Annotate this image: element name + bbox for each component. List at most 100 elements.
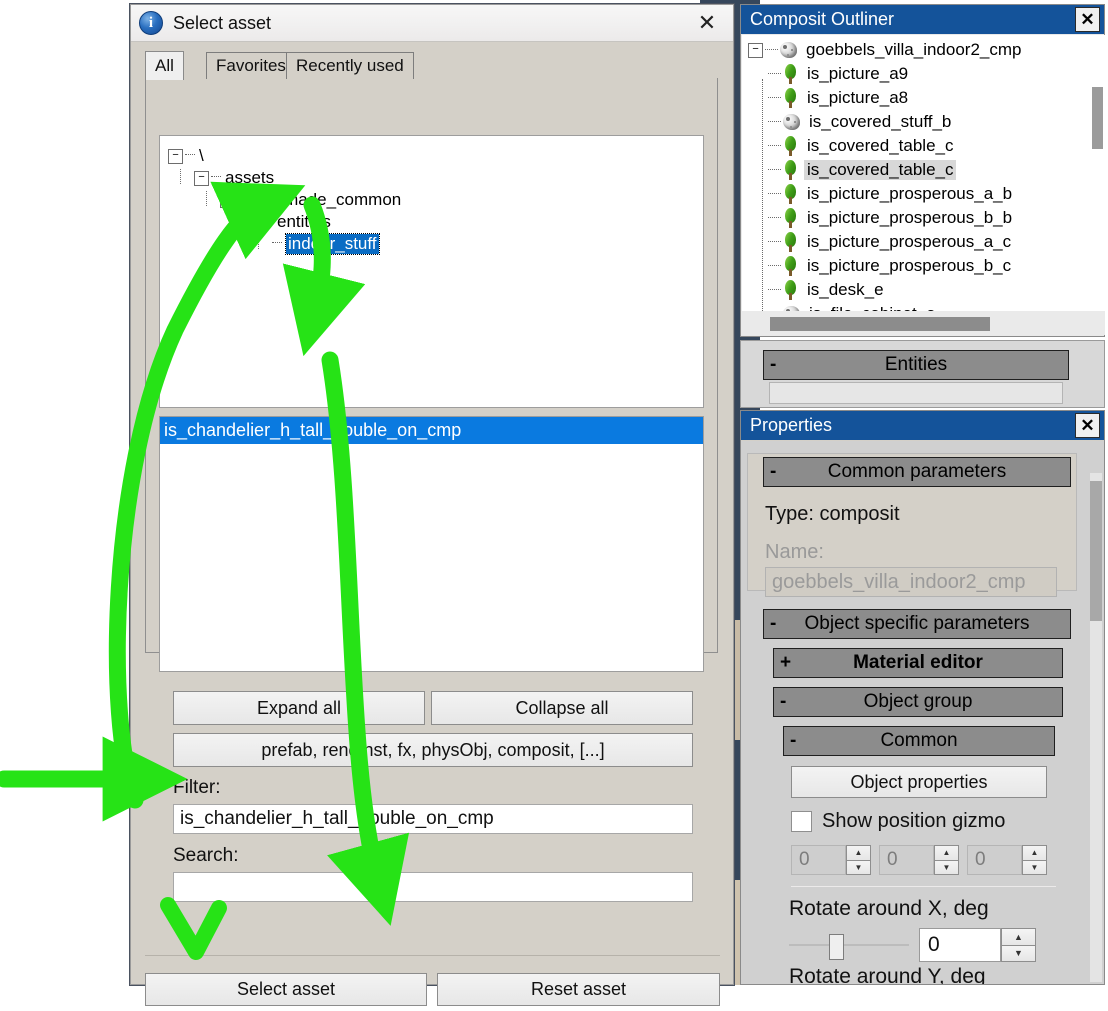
outliner-row-root[interactable]: − goebbels_villa_indoor2_cmp	[748, 38, 1024, 62]
outliner-tree[interactable]: − goebbels_villa_indoor2_cmp is_picture_…	[742, 35, 1105, 312]
position-y-stepper[interactable]: ▲ ▼	[934, 845, 959, 875]
stepper-up-icon[interactable]: ▲	[934, 845, 959, 860]
tree-node-indoor-stuff[interactable]: indoor_stuff	[272, 232, 380, 256]
tab-favorites[interactable]: Favorites	[206, 52, 296, 79]
collapse-sign[interactable]: -	[780, 688, 786, 716]
stepper-down-icon[interactable]: ▼	[1001, 944, 1036, 962]
scrollbar-thumb[interactable]	[770, 317, 990, 331]
rotate-x-slider[interactable]	[789, 930, 909, 960]
outliner-row-label: is_desk_e	[807, 280, 884, 299]
outliner-row[interactable]: is_covered_table_c	[768, 134, 956, 158]
position-z-stepper[interactable]: ▲ ▼	[1022, 845, 1047, 875]
outliner-row[interactable]: is_picture_prosperous_b_b	[768, 206, 1015, 230]
outliner-row-label: goebbels_villa_indoor2_cmp	[806, 40, 1022, 59]
common-header[interactable]: - Common	[783, 726, 1055, 756]
outliner-row[interactable]: is_picture_a8	[768, 86, 911, 110]
properties-scrollbar-thumb[interactable]	[1090, 481, 1102, 621]
object-properties-button[interactable]: Object properties	[791, 766, 1047, 798]
tree-guide	[762, 79, 764, 312]
properties-titlebar[interactable]: Properties ✕	[741, 411, 1104, 440]
outliner-row[interactable]: is_covered_stuff_b	[768, 110, 954, 134]
position-row: 0 ▲ ▼ 0 ▲ ▼ 0 ▲ ▼	[791, 845, 1056, 875]
entities-group-header[interactable]: - Entities	[763, 350, 1069, 380]
tree-expander-icon[interactable]: −	[168, 148, 183, 164]
collapse-sign[interactable]: -	[770, 610, 776, 638]
dialog-titlebar[interactable]: i Select asset ✕	[131, 5, 733, 42]
stepper-up-icon[interactable]: ▲	[846, 845, 871, 860]
collapse-all-button[interactable]: Collapse all	[431, 691, 693, 725]
stepper-up-icon[interactable]: ▲	[1022, 845, 1047, 860]
reset-asset-button[interactable]: Reset asset	[437, 973, 720, 1006]
tree-hook	[263, 219, 273, 221]
tree-node-root[interactable]: − \	[168, 144, 204, 168]
tab-recently-used[interactable]: Recently used	[286, 52, 414, 79]
tree-hook	[768, 120, 781, 122]
tree-guide	[180, 169, 181, 184]
tree-guide	[258, 235, 259, 249]
dialog-body: All Favorites Recently used − \ − assets…	[131, 42, 733, 1006]
close-icon[interactable]: ✕	[687, 8, 727, 38]
common-parameters-header[interactable]: - Common parameters	[763, 457, 1071, 487]
tree-node-entities[interactable]: − entities	[246, 210, 331, 234]
tree-node-assets[interactable]: − assets	[194, 166, 274, 190]
stepper-down-icon[interactable]: ▼	[1022, 859, 1047, 875]
rotate-x-value-field[interactable]: 0	[919, 928, 1001, 962]
tree-expander-icon[interactable]: −	[220, 192, 235, 208]
dialog-title: Select asset	[173, 12, 272, 33]
tree-node-label: assets	[225, 168, 275, 187]
expand-all-button[interactable]: Expand all	[173, 691, 425, 725]
stepper-up-icon[interactable]: ▲	[1001, 928, 1036, 945]
close-icon[interactable]: ✕	[1075, 7, 1100, 32]
outliner-row[interactable]: is_picture_prosperous_a_b	[768, 182, 1015, 206]
collapse-sign[interactable]: -	[770, 458, 776, 486]
asset-list[interactable]: is_chandelier_h_tall_double_on_cmp	[159, 416, 704, 672]
outliner-titlebar[interactable]: Composit Outliner ✕	[741, 5, 1104, 34]
footer-divider	[145, 955, 720, 956]
close-icon[interactable]: ✕	[1075, 413, 1100, 438]
select-asset-button[interactable]: Select asset	[145, 973, 427, 1006]
screen-root: i Select asset ✕ All Favorites Recently …	[0, 0, 1108, 1006]
stepper-down-icon[interactable]: ▼	[934, 859, 959, 875]
outliner-row[interactable]: is_picture_a9	[768, 62, 911, 86]
expand-sign[interactable]: +	[780, 649, 791, 677]
outliner-row-label: is_picture_prosperous_b_c	[807, 256, 1012, 275]
outliner-row-highlighted[interactable]: is_covered_table_c	[768, 158, 957, 182]
tree-hook	[768, 96, 781, 98]
search-input[interactable]	[173, 872, 693, 902]
object-specific-parameters-header[interactable]: - Object specific parameters	[763, 609, 1071, 639]
outliner-horizontal-scrollbar[interactable]	[742, 311, 1105, 335]
object-group-header[interactable]: - Object group	[773, 687, 1063, 717]
tree-guide	[206, 191, 207, 206]
search-label: Search:	[173, 845, 239, 866]
outliner-row-label: is_picture_prosperous_b_b	[807, 208, 1013, 227]
position-y-field[interactable]: 0	[879, 845, 934, 875]
outliner-vertical-scrollbar[interactable]	[1092, 87, 1103, 149]
position-x-stepper[interactable]: ▲ ▼	[846, 845, 871, 875]
asset-types-button[interactable]: prefab, rendInst, fx, physObj, composit,…	[173, 733, 693, 767]
outliner-row[interactable]: is_desk_e	[768, 278, 887, 302]
position-z-field[interactable]: 0	[967, 845, 1022, 875]
collapse-sign[interactable]: -	[790, 727, 796, 755]
tree-hook	[768, 264, 781, 266]
outliner-row[interactable]: is_picture_prosperous_a_c	[768, 230, 1014, 254]
show-position-gizmo-row[interactable]: Show position gizmo	[791, 810, 1005, 833]
name-field[interactable]: goebbels_villa_indoor2_cmp	[765, 567, 1057, 597]
list-item[interactable]: is_chandelier_h_tall_double_on_cmp	[160, 417, 703, 444]
rotate-x-stepper[interactable]: ▲ ▼	[1001, 928, 1036, 962]
filter-input[interactable]: is_chandelier_h_tall_double_on_cmp	[173, 804, 693, 834]
tree-expander-icon[interactable]: −	[246, 214, 261, 230]
position-x-field[interactable]: 0	[791, 845, 846, 875]
slider-thumb[interactable]	[829, 934, 844, 960]
tab-all[interactable]: All	[145, 51, 184, 80]
tree-expander-icon[interactable]: −	[748, 42, 763, 58]
collapse-sign[interactable]: -	[770, 351, 776, 379]
asset-folder-tree[interactable]: − \ − assets − manmade_common − entities…	[159, 135, 704, 408]
tree-node-manmade-common[interactable]: − manmade_common	[220, 188, 401, 212]
stepper-down-icon[interactable]: ▼	[846, 859, 871, 875]
outliner-row[interactable]: is_picture_prosperous_b_c	[768, 254, 1014, 278]
material-editor-header[interactable]: + Material editor	[773, 648, 1063, 678]
show-position-gizmo-checkbox[interactable]	[791, 811, 812, 832]
tree-icon	[782, 208, 799, 228]
tree-expander-icon[interactable]: −	[194, 170, 209, 186]
tree-node-label: manmade_common	[251, 190, 402, 209]
